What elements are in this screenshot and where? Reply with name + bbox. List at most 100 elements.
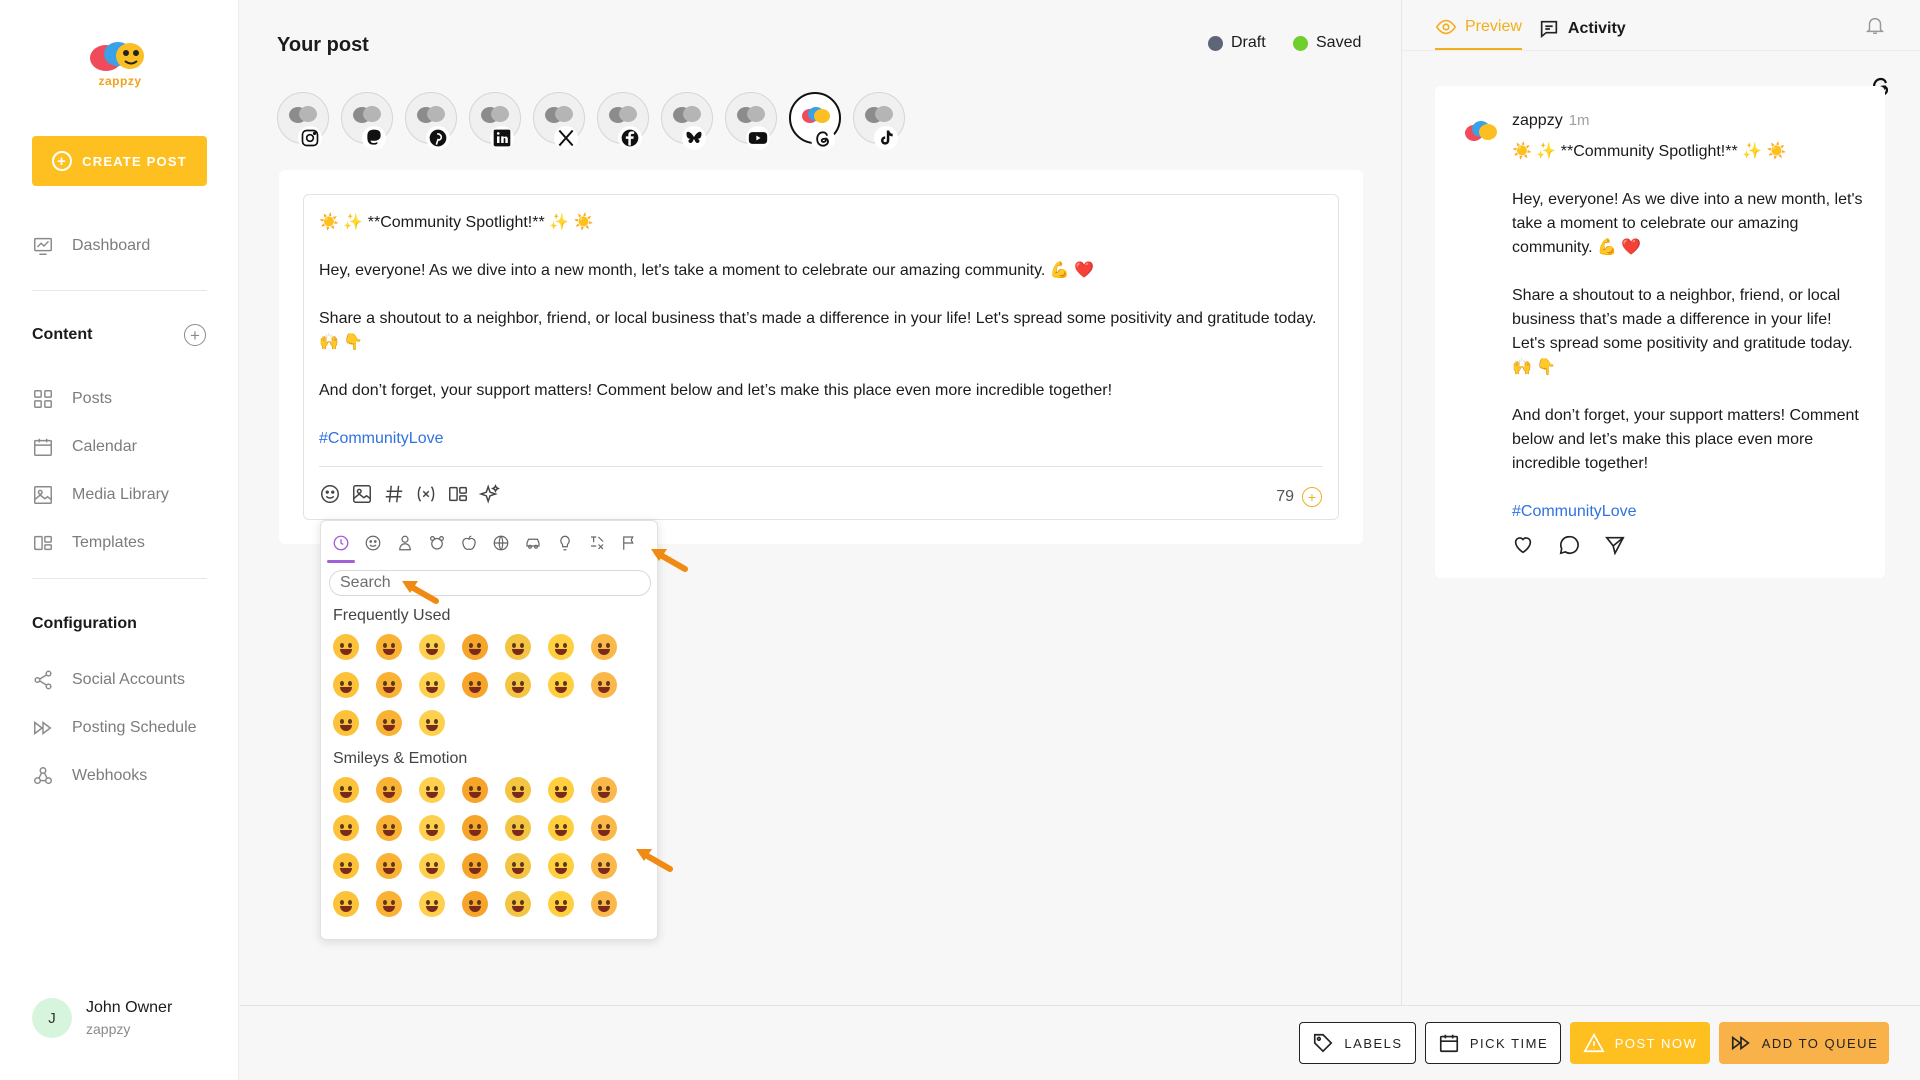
sidebar-item-webhooks[interactable]: Webhooks xyxy=(32,765,147,787)
emoji-option[interactable] xyxy=(462,777,488,803)
emoji-option[interactable] xyxy=(462,853,488,879)
emoji-option[interactable] xyxy=(376,891,402,917)
emoji-option[interactable] xyxy=(548,672,574,698)
category-travel[interactable] xyxy=(519,529,547,557)
emoji-option[interactable] xyxy=(462,815,488,841)
emoji-option[interactable] xyxy=(333,710,359,736)
emoji-option[interactable] xyxy=(376,853,402,879)
hashtag-button[interactable] xyxy=(383,483,405,505)
sidebar-item-social-accounts[interactable]: Social Accounts xyxy=(32,669,185,691)
zappzy-logo[interactable]: zappzy xyxy=(84,36,156,92)
emoji-option[interactable] xyxy=(333,891,359,917)
emoji-option[interactable] xyxy=(376,777,402,803)
emoji-option[interactable] xyxy=(462,672,488,698)
sidebar-item-dashboard[interactable]: Dashboard xyxy=(32,235,150,257)
emoji-mouth-icon xyxy=(598,868,610,874)
send-icon[interactable] xyxy=(1604,534,1626,556)
user-profile[interactable]: J John Owner zappzy xyxy=(32,998,172,1038)
sidebar-item-posting-schedule[interactable]: Posting Schedule xyxy=(32,717,197,739)
emoji-option[interactable] xyxy=(333,777,359,803)
emoji-option[interactable] xyxy=(505,634,531,660)
category-flags[interactable] xyxy=(615,529,643,557)
sidebar-item-calendar[interactable]: Calendar xyxy=(32,436,137,458)
account-x[interactable] xyxy=(533,92,585,150)
emoji-option[interactable] xyxy=(376,815,402,841)
sidebar-item-media-library[interactable]: Media Library xyxy=(32,484,169,506)
emoji-option[interactable] xyxy=(591,891,617,917)
emoji-option[interactable] xyxy=(419,634,445,660)
labels-button[interactable]: LABELS xyxy=(1299,1022,1416,1064)
account-facebook[interactable] xyxy=(597,92,649,150)
emoji-option[interactable] xyxy=(333,815,359,841)
sidebar-item-posts[interactable]: Posts xyxy=(32,388,112,410)
add-content-button[interactable]: + xyxy=(184,324,206,346)
category-recent[interactable] xyxy=(327,529,355,563)
bell-icon[interactable] xyxy=(1864,14,1886,36)
emoji-button[interactable] xyxy=(319,483,341,505)
heart-icon[interactable] xyxy=(1512,534,1534,556)
emoji-option[interactable] xyxy=(548,777,574,803)
create-post-button[interactable]: + CREATE POST xyxy=(32,136,207,186)
account-bluesky[interactable] xyxy=(661,92,713,150)
account-mastodon[interactable] xyxy=(341,92,393,150)
category-people[interactable] xyxy=(391,529,419,557)
account-instagram[interactable] xyxy=(277,92,329,150)
emoji-option[interactable] xyxy=(591,815,617,841)
post-content[interactable]: ☀️ ✨ **Community Spotlight!** ✨ ☀️ Hey, … xyxy=(319,211,1319,475)
comment-icon[interactable] xyxy=(1558,534,1580,556)
emoji-option[interactable] xyxy=(462,634,488,660)
emoji-option[interactable] xyxy=(505,891,531,917)
emoji-option[interactable] xyxy=(376,710,402,736)
post-editor[interactable]: ☀️ ✨ **Community Spotlight!** ✨ ☀️ Hey, … xyxy=(303,194,1339,520)
emoji-option[interactable] xyxy=(376,634,402,660)
add-to-queue-button[interactable]: ADD TO QUEUE xyxy=(1719,1022,1889,1064)
emoji-option[interactable] xyxy=(419,777,445,803)
category-animals[interactable] xyxy=(423,529,451,557)
emoji-option[interactable] xyxy=(419,891,445,917)
post-hashtag[interactable]: #CommunityLove xyxy=(319,427,1319,451)
emoji-option[interactable] xyxy=(505,672,531,698)
account-linkedin[interactable] xyxy=(469,92,521,150)
category-activity[interactable] xyxy=(487,529,515,557)
sidebar-item-templates[interactable]: Templates xyxy=(32,532,145,554)
emoji-option[interactable] xyxy=(591,634,617,660)
emoji-option[interactable] xyxy=(591,672,617,698)
emoji-option[interactable] xyxy=(505,777,531,803)
image-button[interactable] xyxy=(351,483,373,505)
category-smileys[interactable] xyxy=(359,529,387,557)
emoji-mouth-icon xyxy=(512,830,524,836)
tab-activity[interactable]: Activity xyxy=(1538,16,1626,51)
emoji-option[interactable] xyxy=(419,853,445,879)
emoji-option[interactable] xyxy=(333,853,359,879)
emoji-option[interactable] xyxy=(505,815,531,841)
emoji-option[interactable] xyxy=(419,672,445,698)
variable-button[interactable] xyxy=(415,483,437,505)
ai-assist-button[interactable] xyxy=(479,483,501,505)
emoji-option[interactable] xyxy=(376,672,402,698)
emoji-search-input[interactable] xyxy=(329,570,651,596)
account-threads[interactable] xyxy=(789,92,841,151)
pick-time-button[interactable]: PICK TIME xyxy=(1425,1022,1561,1064)
emoji-option[interactable] xyxy=(548,634,574,660)
tab-preview[interactable]: Preview xyxy=(1435,16,1522,51)
category-symbols[interactable] xyxy=(583,529,611,557)
account-pinterest[interactable] xyxy=(405,92,457,150)
emoji-option[interactable] xyxy=(548,815,574,841)
add-variant-button[interactable]: + xyxy=(1302,487,1322,507)
account-youtube[interactable] xyxy=(725,92,777,150)
emoji-option[interactable] xyxy=(548,891,574,917)
emoji-option[interactable] xyxy=(333,634,359,660)
emoji-option[interactable] xyxy=(419,815,445,841)
category-food[interactable] xyxy=(455,529,483,557)
emoji-option[interactable] xyxy=(505,853,531,879)
emoji-option[interactable] xyxy=(548,853,574,879)
account-tiktok[interactable] xyxy=(853,92,905,150)
template-button[interactable] xyxy=(447,483,469,505)
emoji-option[interactable] xyxy=(591,853,617,879)
emoji-option[interactable] xyxy=(333,672,359,698)
emoji-option[interactable] xyxy=(591,777,617,803)
emoji-option[interactable] xyxy=(462,891,488,917)
post-now-button[interactable]: POST NOW xyxy=(1570,1022,1710,1064)
category-objects[interactable] xyxy=(551,529,579,557)
emoji-option[interactable] xyxy=(419,710,445,736)
